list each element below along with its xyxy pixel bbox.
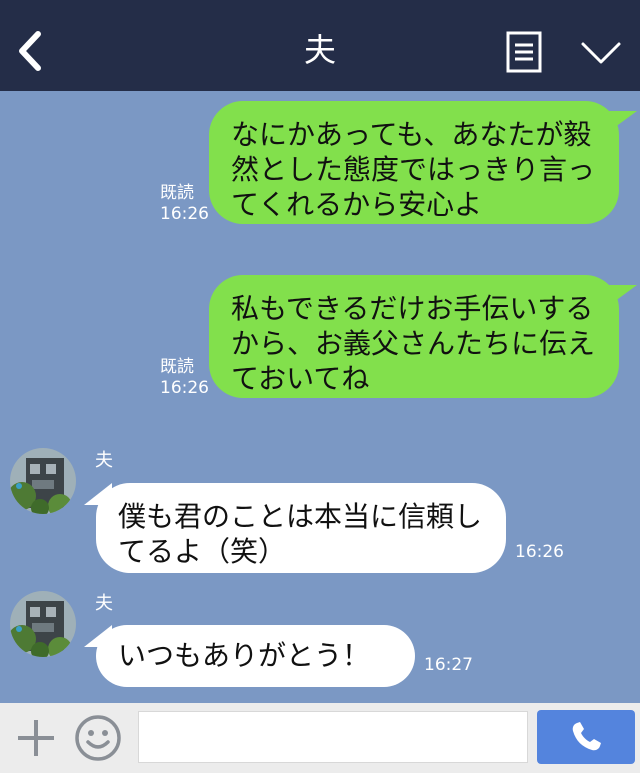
message-text: 僕も君のことは本当に信頼してるよ（笑） — [118, 500, 483, 568]
bubble-tail — [607, 111, 637, 133]
message-time: 16:26 — [160, 378, 209, 398]
message-bubble: なにかあっても、あなたが毅然とした態度ではっきり言ってくれるから安心よ — [209, 101, 619, 224]
message-meta: 既読 16:26 — [160, 357, 209, 399]
message-time: 16:26 — [515, 542, 564, 562]
message-bubble: 私もできるだけお手伝いするから、お義父さんたちに伝えておいてね — [209, 275, 619, 398]
message-text: いつもありがとう！ — [118, 639, 371, 672]
sender-name: 夫 — [95, 450, 113, 471]
house-photo-icon — [10, 448, 76, 514]
message-time: 16:27 — [424, 655, 473, 675]
avatar[interactable] — [10, 591, 76, 657]
chevron-down-icon[interactable] — [580, 40, 622, 66]
message-meta: 既読 16:26 — [160, 183, 209, 225]
house-photo-icon — [10, 591, 76, 657]
smiley-icon[interactable] — [74, 714, 122, 762]
message-bubble: いつもありがとう！ — [96, 625, 415, 687]
plus-icon[interactable] — [16, 718, 56, 758]
note-list-icon[interactable] — [506, 31, 542, 73]
read-receipt: 既読 — [160, 357, 194, 377]
call-button[interactable] — [537, 710, 635, 764]
message-text: なにかあっても、あなたが毅然とした態度ではっきり言ってくれるから安心よ — [231, 118, 596, 221]
chat-area[interactable]: なにかあっても、あなたが毅然とした態度ではっきり言ってくれるから安心よ 既読 1… — [0, 91, 640, 703]
phone-icon — [572, 722, 601, 751]
message-input[interactable] — [138, 711, 528, 763]
sender-name: 夫 — [95, 593, 113, 614]
bubble-tail — [607, 285, 637, 307]
avatar[interactable] — [10, 448, 76, 514]
chat-title: 夫 — [303, 31, 336, 69]
read-receipt: 既読 — [160, 183, 194, 203]
message-text: 私もできるだけお手伝いするから、お義父さんたちに伝えておいてね — [231, 292, 596, 395]
message-time: 16:26 — [160, 204, 209, 224]
message-bubble: 僕も君のことは本当に信頼してるよ（笑） — [96, 483, 506, 573]
header-bar: 夫 — [0, 0, 640, 91]
